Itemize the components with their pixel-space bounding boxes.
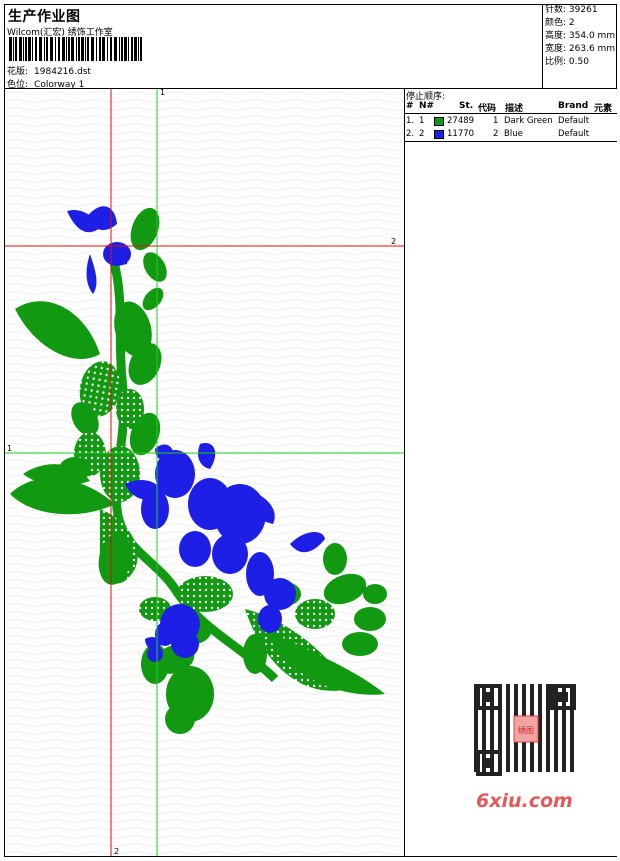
barcode: [9, 37, 142, 61]
col-n: N#: [419, 101, 435, 111]
pattern-label: 花版:: [7, 67, 29, 77]
watermark-text: 6xiu.com: [476, 790, 573, 812]
stop-table-header: # N# St. 代码 描述 Brand 元素: [405, 101, 617, 114]
stat-width: 宽度: 263.6 mm: [545, 44, 616, 54]
stat-colors: 颜色: 2: [545, 18, 575, 28]
color-swatch: [434, 117, 444, 126]
col-num: #: [406, 101, 414, 111]
col-brand: Brand: [558, 101, 589, 111]
pattern-value: 1984216.dst: [34, 67, 91, 77]
table-row: 2. 2 11770 2 Blue Default: [406, 129, 590, 139]
guide-label-v1: 1: [160, 89, 165, 97]
embroidery-preview: 1 1 2 2: [5, 89, 404, 856]
guide-label-h1: 1: [7, 444, 12, 453]
stats-panel: 针数: 39261 颜色: 2 高度: 354.0 mm 宽度: 263.6 m…: [542, 4, 617, 88]
page-title: 生产作业图: [8, 9, 81, 25]
color-swatch: [434, 130, 444, 139]
header-underline: [405, 113, 617, 114]
table-divider: [405, 141, 617, 142]
design-canvas: 1 1 2 2: [5, 89, 405, 856]
stat-scale: 比例: 0.50: [545, 57, 589, 67]
col-stitches: St.: [459, 101, 474, 111]
header: 生产作业图 Wilcom(汇宏) 绣饰工作室 花版: 1984216.dst 色位…: [4, 4, 542, 90]
guide-label-h2: 2: [391, 237, 396, 246]
stat-stitches: 针数: 39261: [545, 5, 598, 15]
table-row: 1. 1 27489 1 Dark Green Default: [406, 116, 590, 126]
stat-height: 高度: 354.0 mm: [545, 31, 616, 41]
qr-code: 绣图: [470, 682, 582, 778]
pattern-line: 花版: 1984216.dst: [7, 64, 97, 77]
qr-badge: 绣图: [518, 725, 534, 735]
guide-label-v2: 2: [114, 847, 119, 856]
